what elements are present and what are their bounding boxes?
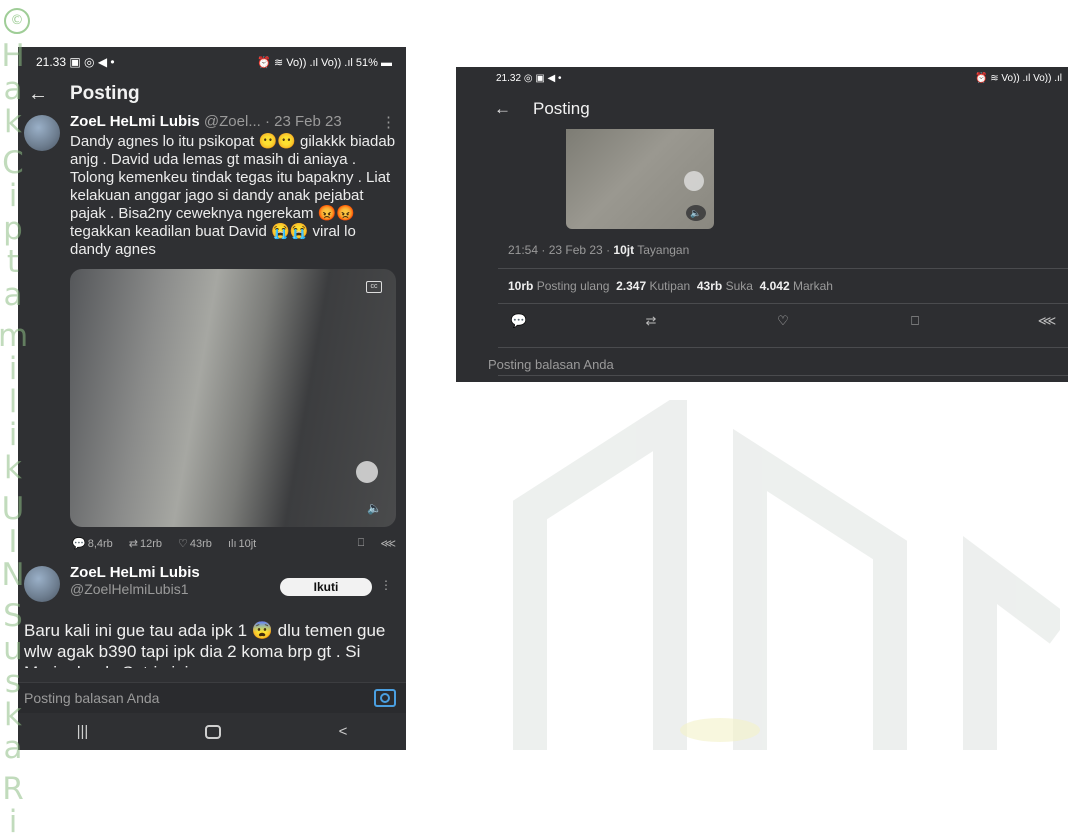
copyright-symbol: © [4, 8, 30, 34]
repost-button[interactable]: ⇄ 12rb [129, 537, 162, 550]
bookmark-icon[interactable]: ⎕ [358, 537, 365, 550]
like-count: 43rb [189, 538, 212, 550]
reply-icon[interactable]: 💬 [508, 313, 530, 329]
status-icons: ◎ ▣ ◀ • [523, 72, 562, 84]
views-button[interactable]: ılı 10jt [228, 538, 256, 550]
video-player[interactable]: cc 🔈 [70, 269, 396, 527]
repost-icon: ⇄ [128, 538, 138, 550]
left-phone-screenshot: 21.33 ▣ ◎ ◀ • ⏰ ≋ Vo)) .ıl Vo)) .ıl 51% … [18, 47, 406, 750]
view-count: 10jt [613, 243, 635, 257]
like-button[interactable]: ♡ 43rb [178, 537, 212, 550]
post-timestamp: 21:54 · 23 Feb 23 · [508, 243, 611, 257]
status-right: ⏰ ≋ Vo)) .ıl Vo)) .ıl 51% ▬ [257, 56, 392, 69]
more-options-icon[interactable]: ⋮ [380, 578, 392, 592]
status-icons: ▣ ◎ ◀ • [69, 55, 115, 69]
more-options-icon[interactable]: ⋮ [381, 113, 396, 131]
back-arrow-icon[interactable]: ← [28, 83, 58, 106]
stat-count: 4.042 [759, 279, 790, 293]
watermark-letter: i [8, 804, 18, 840]
stat-count: 43rb [696, 279, 723, 293]
mute-icon[interactable]: 🔈 [367, 501, 382, 515]
stat-label: Kutipan [649, 279, 691, 293]
header: ← Posting [456, 89, 1068, 129]
stat-quotes[interactable]: 2.347 Kutipan [616, 279, 690, 293]
reply-icon: 💬 [72, 538, 86, 550]
stat-label: Suka [725, 279, 753, 293]
stat-reposts[interactable]: 10rb Posting ulang [508, 279, 609, 293]
signal-icons: ⏰ ≋ Vo)) .ıl Vo)) .ıl [975, 72, 1062, 84]
status-bar: 21.33 ▣ ◎ ◀ • ⏰ ≋ Vo)) .ıl Vo)) .ıl 51% … [18, 47, 406, 77]
avatar[interactable] [24, 566, 60, 602]
reply-count: 8,4rb [87, 538, 113, 550]
post-meta: 21:54 · 23 Feb 23 · 10jt Tayangan [508, 243, 689, 257]
header: ← Posting [18, 77, 406, 111]
share-icon[interactable]: ⋘ [380, 537, 396, 550]
stat-likes[interactable]: 43rb Suka [697, 279, 753, 293]
stat-label: Markah [792, 279, 833, 293]
repost-icon[interactable]: ⇄ [640, 313, 662, 329]
main-post: ZoeL HeLmi Lubis @Zoel... · 23 Feb 23 ⋮ … [18, 111, 406, 259]
view-count: 10jt [238, 537, 257, 550]
camera-icon[interactable] [374, 689, 396, 707]
reply-post-text: Baru kali ini gue tau ada ipk 1 😨 dlu te… [24, 621, 386, 668]
reply-input[interactable]: Posting balasan Anda [24, 690, 159, 706]
repost-count: 12rb [140, 538, 163, 550]
views-icon: ılı [227, 537, 237, 550]
university-logo-watermark [513, 400, 1060, 750]
battery-icon: ▬ [381, 56, 392, 69]
stat-count: 10rb [508, 279, 534, 293]
watermark-letter: R [2, 771, 24, 807]
status-left: 21.32 ◎ ▣ ◀ • [496, 73, 562, 84]
heart-icon[interactable]: ♡ [772, 313, 794, 329]
author-name[interactable]: ZoeL HeLmi Lubis [70, 113, 200, 130]
right-phone-screenshot: 21.32 ◎ ▣ ◀ • ⏰ ≋ Vo)) .ıl Vo)) .ıl ← Po… [456, 67, 1068, 382]
status-time: 21.33 [36, 55, 67, 69]
bookmark-icon[interactable]: ⎕ [904, 313, 926, 329]
home-icon[interactable] [205, 724, 222, 739]
post-date: · 23 Feb 23 [265, 113, 342, 130]
back-nav-icon[interactable]: < [339, 723, 348, 740]
stat-label: Posting ulang [536, 279, 610, 293]
reply-post: ZoeL HeLmi Lubis @ZoelHelmiLubis1 Ikuti … [18, 550, 406, 612]
battery-level: 51% [355, 56, 378, 69]
video-scrubber-dot[interactable] [356, 461, 378, 483]
mute-icon[interactable]: 🔈 [686, 205, 706, 221]
reply-compose-bar[interactable]: Posting balasan Anda [18, 682, 406, 713]
author-handle[interactable]: @Zoel... [204, 113, 261, 130]
captions-icon[interactable]: cc [366, 281, 382, 293]
post-author-line: ZoeL HeLmi Lubis @Zoel... · 23 Feb 23 ⋮ [70, 113, 396, 131]
post-actions: 💬 ⇄ ♡ ⎕ ⋘ [508, 313, 1058, 329]
stat-bookmarks[interactable]: 4.042 Markah [760, 279, 833, 293]
post-text: Dandy agnes lo itu psikopat 😶😶 gilakkk b… [70, 133, 396, 258]
heart-icon: ♡ [178, 538, 188, 550]
video-scrubber-dot[interactable] [684, 171, 704, 191]
page-title: Posting [533, 99, 590, 118]
status-left: 21.33 ▣ ◎ ◀ • [36, 55, 115, 69]
views-label: Tayangan [637, 243, 690, 257]
engagement-stats: 10rb Posting ulang 2.347 Kutipan 43rb Su… [508, 279, 833, 293]
status-bar: 21.32 ◎ ▣ ◀ • ⏰ ≋ Vo)) .ıl Vo)) .ıl [456, 67, 1068, 89]
divider [498, 268, 1068, 269]
stat-count: 2.347 [616, 279, 647, 293]
post-actions: 💬 8,4rb ⇄ 12rb ♡ 43rb ılı 10jt ⎕ ⋘ [18, 527, 406, 550]
back-arrow-icon[interactable]: ← [494, 99, 511, 119]
signal-icons: ⏰ ≋ Vo)) .ıl Vo)) .ıl [257, 56, 353, 69]
divider [498, 375, 1068, 376]
status-time: 21.32 [496, 72, 522, 84]
divider [498, 347, 1068, 348]
video-thumbnail[interactable]: 🔈 [566, 129, 714, 229]
page-title: Posting [70, 83, 140, 104]
reply-input[interactable]: Posting balasan Anda [488, 357, 614, 372]
avatar[interactable] [24, 115, 60, 151]
follow-button[interactable]: Ikuti [280, 578, 372, 596]
divider [498, 303, 1068, 304]
reply-button[interactable]: 💬 8,4rb [72, 537, 113, 550]
share-icon[interactable]: ⋘ [1036, 313, 1058, 329]
recents-icon[interactable]: ||| [77, 723, 89, 740]
android-nav-bar: ||| < [18, 713, 406, 750]
